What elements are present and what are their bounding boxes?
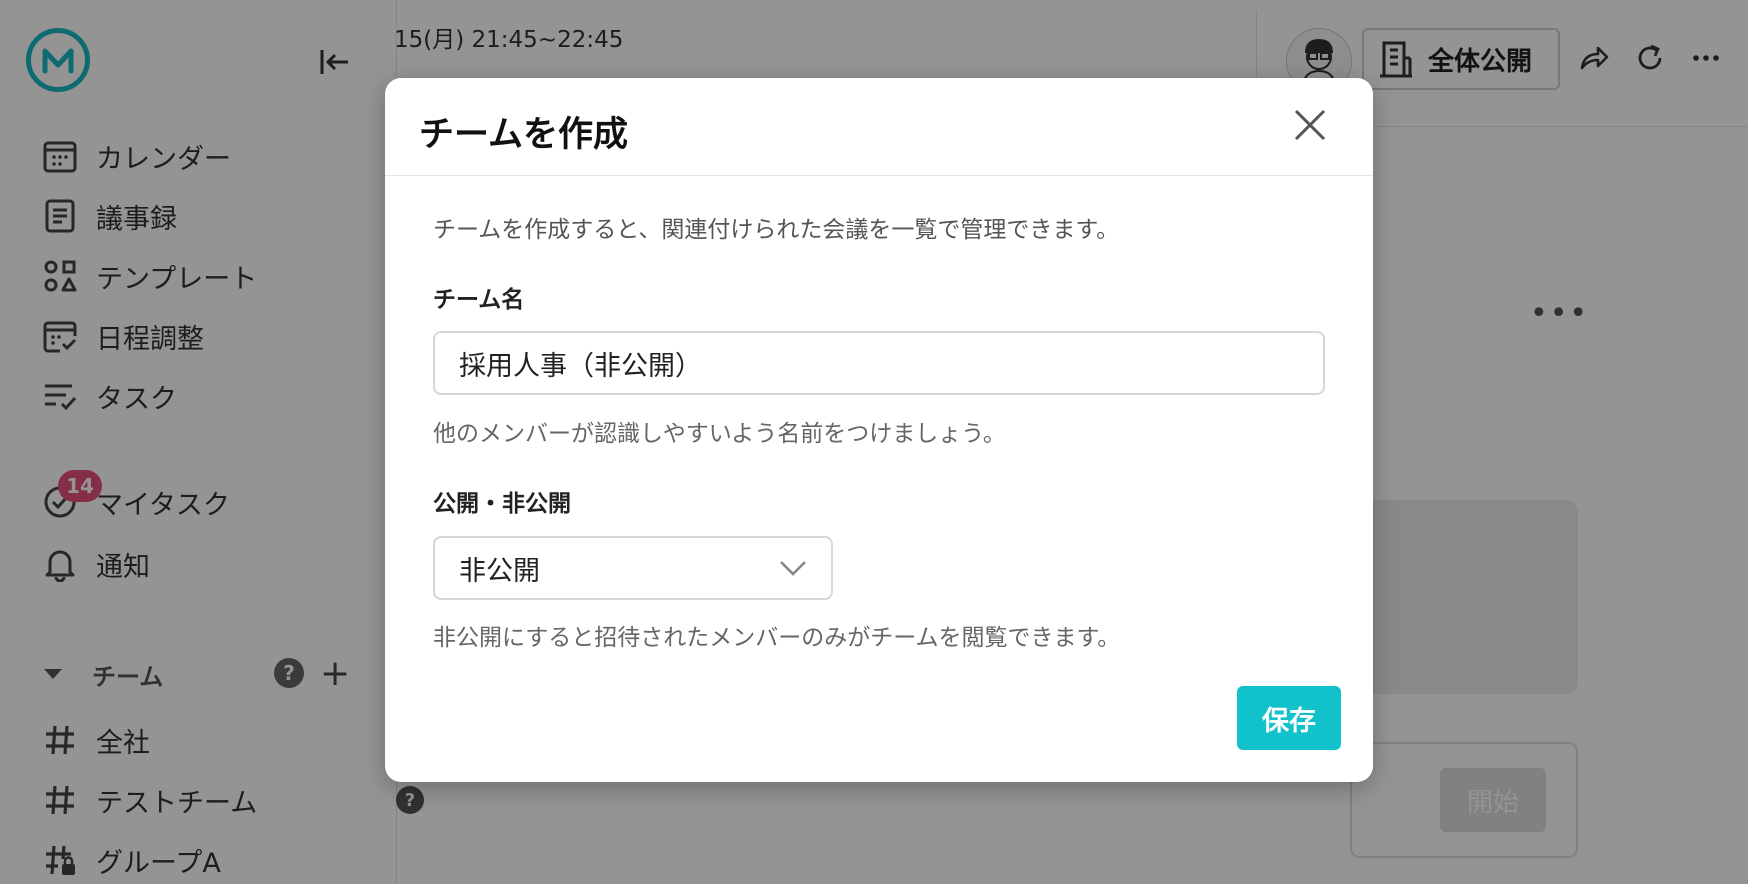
dialog-description: チームを作成すると、関連付けられた会議を一覧で管理できます。 [433,217,1120,243]
visibility-selected-value: 非公開 [459,555,540,587]
dialog-header: チームを作成 [385,78,1373,176]
save-button[interactable]: 保存 [1237,686,1341,750]
chevron-down-icon [780,561,806,576]
close-icon[interactable] [1287,102,1333,148]
visibility-field-label: 公開・非公開 [433,491,571,517]
dialog-title: チームを作成 [419,115,628,155]
visibility-select[interactable]: 非公開 [433,536,833,600]
team-name-hint: 他のメンバーが認識しやすいよう名前をつけましょう。 [433,421,1006,447]
team-name-input[interactable] [433,331,1325,395]
team-name-label: チーム名 [433,287,525,313]
create-team-dialog: チームを作成 チームを作成すると、関連付けられた会議を一覧で管理できます。 チー… [385,78,1373,782]
visibility-hint: 非公開にすると招待されたメンバーのみがチームを閲覧できます。 [433,625,1121,651]
